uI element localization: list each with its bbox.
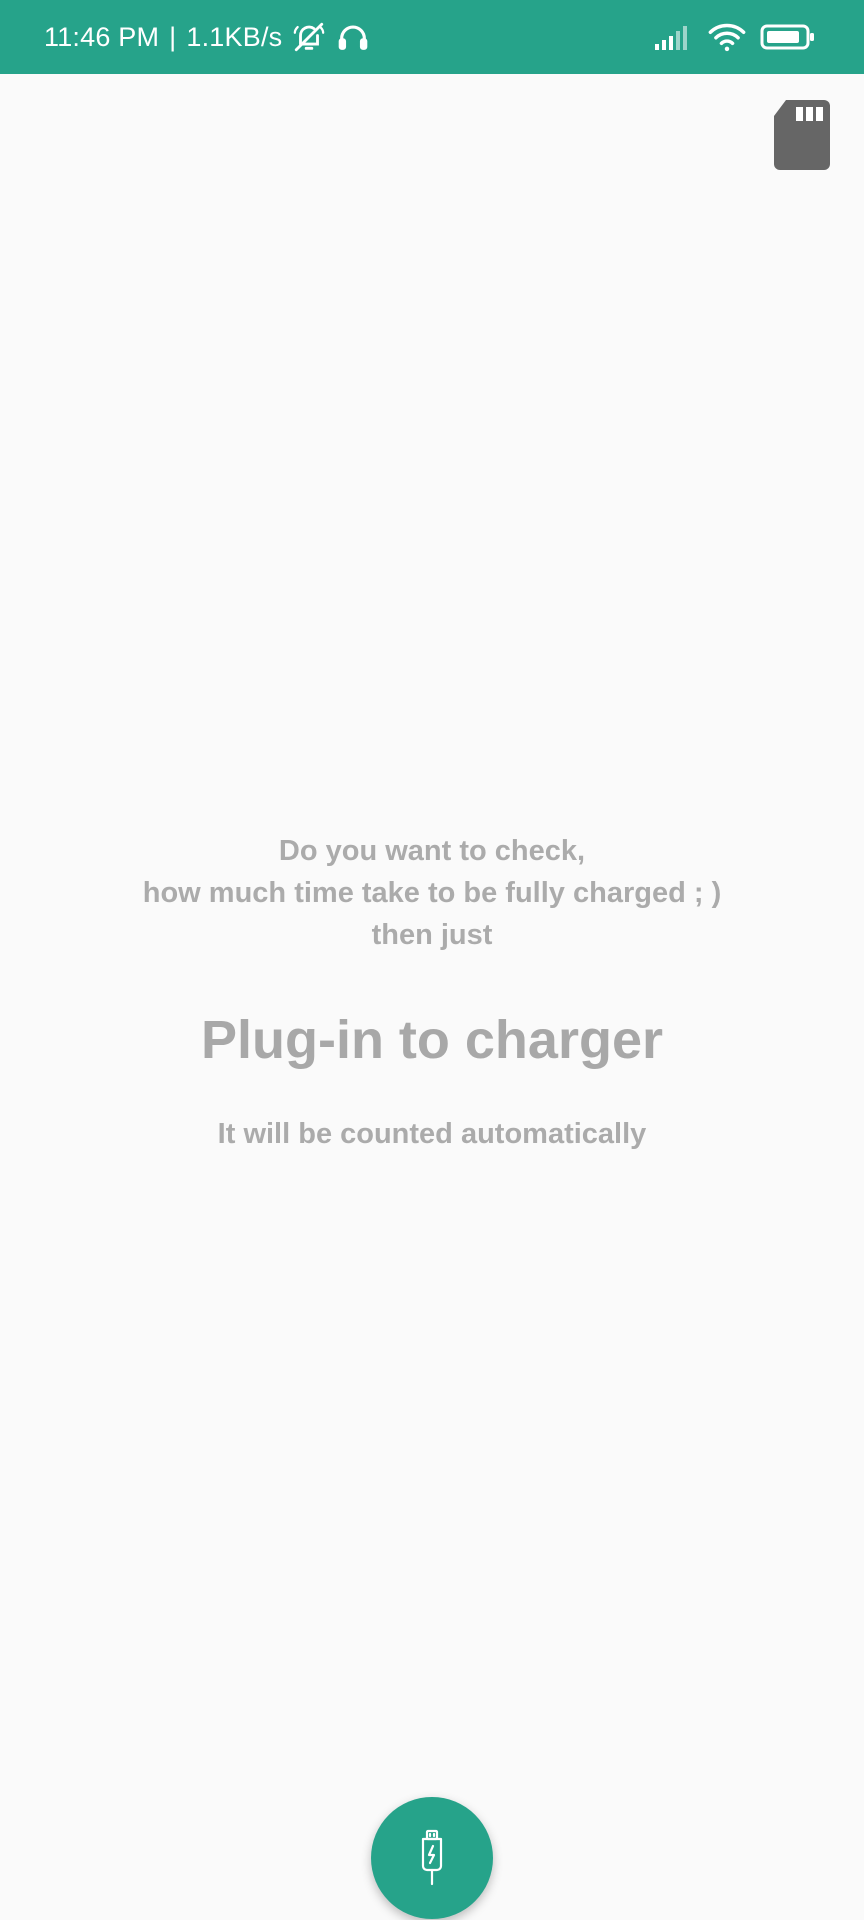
plug-in-headline: Plug-in to charger — [200, 1010, 664, 1070]
sd-card-icon — [772, 98, 832, 172]
auto-count-text: It will be counted automatically — [217, 1118, 647, 1150]
status-right — [654, 0, 816, 74]
battery-icon — [760, 23, 816, 51]
headphones-icon — [336, 20, 370, 54]
status-time: 11:46 PM — [44, 21, 160, 52]
sd-card-button[interactable] — [772, 98, 832, 172]
notifications-off-icon — [292, 20, 326, 54]
message-block: Do you want to check, how much time take… — [0, 830, 864, 1154]
wifi-icon — [708, 21, 746, 53]
status-left: 11:46 PM | 1.1KB/s — [44, 0, 370, 74]
signal-icon — [654, 22, 694, 52]
message-line-1: Do you want to check, — [278, 835, 586, 867]
status-separator: | — [169, 21, 177, 52]
status-bar: 11:46 PM | 1.1KB/s — [0, 0, 864, 74]
charger-fab-button[interactable] — [371, 1797, 493, 1919]
network-speed: 1.1KB/s — [186, 21, 283, 52]
message-line-2: how much time take to be fully charged ;… — [142, 877, 722, 909]
usb-charger-icon — [410, 1828, 454, 1888]
message-line-3: then just — [371, 919, 493, 951]
